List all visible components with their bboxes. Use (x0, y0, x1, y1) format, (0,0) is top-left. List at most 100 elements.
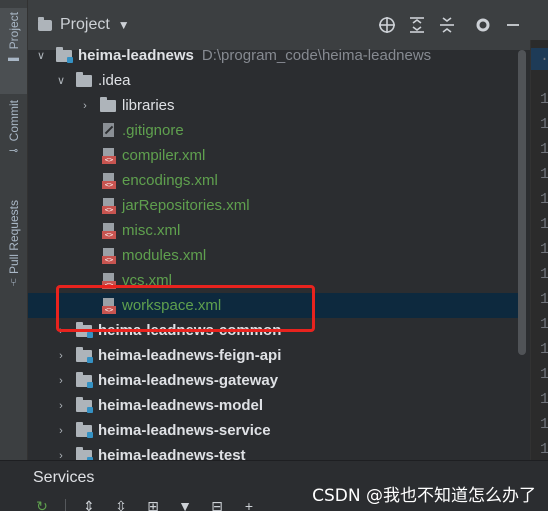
project-tree: ∨ heima-leadnews D:\program_code\heima-l… (28, 43, 518, 460)
chevron-down-icon[interactable]: ∨ (56, 74, 66, 87)
group-icon[interactable]: ⊞ (144, 499, 162, 511)
layout-icon[interactable]: ⊟ (208, 499, 226, 511)
folder-icon: ▬ (8, 52, 19, 65)
line-number: 1 (540, 166, 548, 183)
tree-module-model[interactable]: › heima-leadnews-model (28, 393, 518, 418)
services-toolbar: ↻ ⇕ ⇳ ⊞ ▼ ⊟ + (33, 499, 272, 511)
toolbar-separator (65, 499, 66, 511)
xml-file-icon: <> (102, 247, 116, 264)
tree-item-label: modules.xml (122, 247, 207, 264)
expand-all-icon[interactable]: ⇕ (80, 499, 98, 511)
module-folder-icon (76, 371, 93, 388)
tree-item-label: heima-leadnews-service (98, 422, 271, 439)
gear-icon[interactable] (470, 12, 496, 38)
line-number: 1 (540, 191, 548, 208)
module-folder-icon (76, 396, 93, 413)
tree-item-label: heima-leadnews-test (98, 447, 246, 460)
tree-item-label: heima-leadnews (78, 47, 194, 64)
folder-icon (76, 71, 92, 87)
tree-module-gateway[interactable]: › heima-leadnews-gateway (28, 368, 518, 393)
tree-file-vcs-xml[interactable]: <> vcs.xml (28, 268, 518, 293)
tree-item-label: .gitignore (122, 122, 184, 139)
line-number: 1 (540, 116, 548, 133)
line-number: 1 (540, 441, 548, 458)
tab-project-label: Project (6, 12, 21, 50)
tab-commit-label: Commit (6, 100, 21, 142)
filter-icon[interactable]: ▼ (176, 499, 194, 511)
chevron-right-icon[interactable]: › (56, 400, 66, 412)
line-number: 1 (540, 366, 548, 383)
collapse-all-icon[interactable] (434, 12, 460, 38)
editor-line-gutter: . 1 1 1 1 1 1 1 1 1 1 1 1 1 1 1 (530, 40, 548, 460)
target-icon[interactable] (374, 12, 400, 38)
project-view-selector[interactable]: Project ▼ (38, 16, 130, 34)
tree-item-label: libraries (122, 97, 175, 114)
xml-file-icon: <> (102, 272, 116, 289)
folder-icon (100, 96, 116, 112)
tab-pull-requests[interactable]: Pull Requests ⑂ (0, 200, 27, 310)
tab-commit[interactable]: Commit ⊸ (0, 100, 27, 180)
chevron-right-icon[interactable]: › (56, 425, 66, 437)
tree-item-label: heima-leadnews-gateway (98, 372, 279, 389)
tree-folder-idea[interactable]: ∨ .idea (28, 68, 518, 93)
line-number: 1 (540, 216, 548, 233)
xml-file-icon: <> (102, 172, 116, 189)
tree-module-test[interactable]: › heima-leadnews-test (28, 443, 518, 460)
tree-file-jarrepositories-xml[interactable]: <> jarRepositories.xml (28, 193, 518, 218)
tree-item-label: jarRepositories.xml (122, 197, 250, 214)
line-number: 1 (540, 266, 548, 283)
chevron-right-icon[interactable]: › (80, 100, 90, 112)
module-folder-icon (76, 321, 93, 338)
line-number: 1 (540, 91, 548, 108)
minimize-icon[interactable] (500, 12, 526, 38)
tree-file-encodings-xml[interactable]: <> encodings.xml (28, 168, 518, 193)
chevron-right-icon[interactable]: › (56, 325, 66, 337)
tab-pull-requests-label: Pull Requests (6, 200, 21, 275)
pull-request-icon: ⑂ (10, 277, 17, 290)
tree-module-feign-api[interactable]: › heima-leadnews-feign-api (28, 343, 518, 368)
line-number: 1 (540, 391, 548, 408)
tree-file-misc-xml[interactable]: <> misc.xml (28, 218, 518, 243)
tree-item-label: misc.xml (122, 222, 181, 239)
tree-item-label: heima-leadnews-common (98, 322, 282, 339)
tree-file-compiler-xml[interactable]: <> compiler.xml (28, 143, 518, 168)
line-number: 1 (540, 291, 548, 308)
module-folder-icon (76, 421, 93, 438)
collapse-all-icon[interactable]: ⇳ (112, 499, 130, 511)
tree-item-label: workspace.xml (122, 297, 222, 314)
chevron-right-icon[interactable]: › (56, 450, 66, 461)
tree-item-label: heima-leadnews-feign-api (98, 347, 282, 364)
chevron-right-icon[interactable]: › (56, 375, 66, 387)
tree-module-service[interactable]: › heima-leadnews-service (28, 418, 518, 443)
watermark: CSDN @我也不知道怎么办了 (312, 486, 536, 506)
expand-all-icon[interactable] (404, 12, 430, 38)
services-panel: Services ↻ ⇕ ⇳ ⊞ ▼ ⊟ + CSDN @我也不知道怎么办了 (0, 460, 548, 511)
module-folder-icon (76, 346, 93, 363)
tree-scrollbar[interactable] (518, 50, 526, 355)
tree-item-label: .idea (98, 72, 131, 89)
services-title: Services (33, 469, 95, 486)
line-number: 1 (540, 316, 548, 333)
tree-folder-libraries[interactable]: › libraries (28, 93, 518, 118)
chevron-down-icon[interactable]: ∨ (36, 49, 46, 62)
tab-project[interactable]: Project ▬ (0, 8, 27, 94)
line-number: 1 (540, 241, 548, 258)
chevron-right-icon[interactable]: › (56, 350, 66, 362)
tree-item-label: vcs.xml (122, 272, 172, 289)
project-folder-icon (38, 16, 52, 31)
line-number: 1 (540, 416, 548, 433)
tree-root-heima-leadnews[interactable]: ∨ heima-leadnews D:\program_code\heima-l… (28, 43, 518, 68)
line-number: 1 (540, 141, 548, 158)
tree-item-label: compiler.xml (122, 147, 206, 164)
tree-file-modules-xml[interactable]: <> modules.xml (28, 243, 518, 268)
module-folder-icon (56, 46, 73, 63)
left-tool-strip: Project ▬ Commit ⊸ Pull Requests ⑂ (0, 0, 28, 460)
line-number: 1 (540, 341, 548, 358)
tree-file-workspace-xml[interactable]: <> workspace.xml (28, 293, 518, 318)
rerun-icon[interactable]: ↻ (33, 499, 51, 511)
editor-tab-bar (530, 0, 548, 40)
tree-file-gitignore[interactable]: .gitignore (28, 118, 518, 143)
add-icon[interactable]: + (240, 499, 258, 511)
tree-module-common[interactable]: › heima-leadnews-common (28, 318, 518, 343)
xml-file-icon: <> (102, 297, 116, 314)
